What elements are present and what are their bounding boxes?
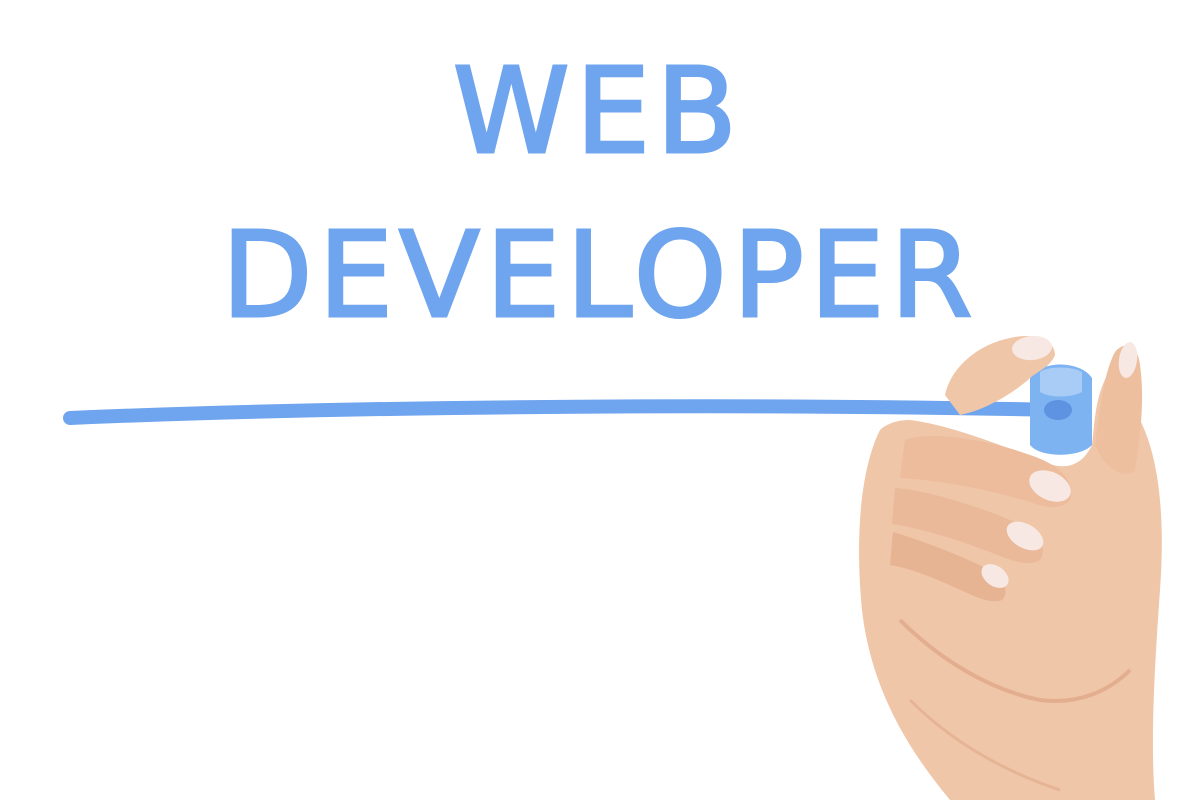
hand-icon (859, 335, 1162, 800)
whiteboard-scene: WEB DEVELOPER (0, 0, 1200, 800)
marker-icon (1030, 364, 1092, 455)
hand-illustration (859, 335, 1162, 800)
